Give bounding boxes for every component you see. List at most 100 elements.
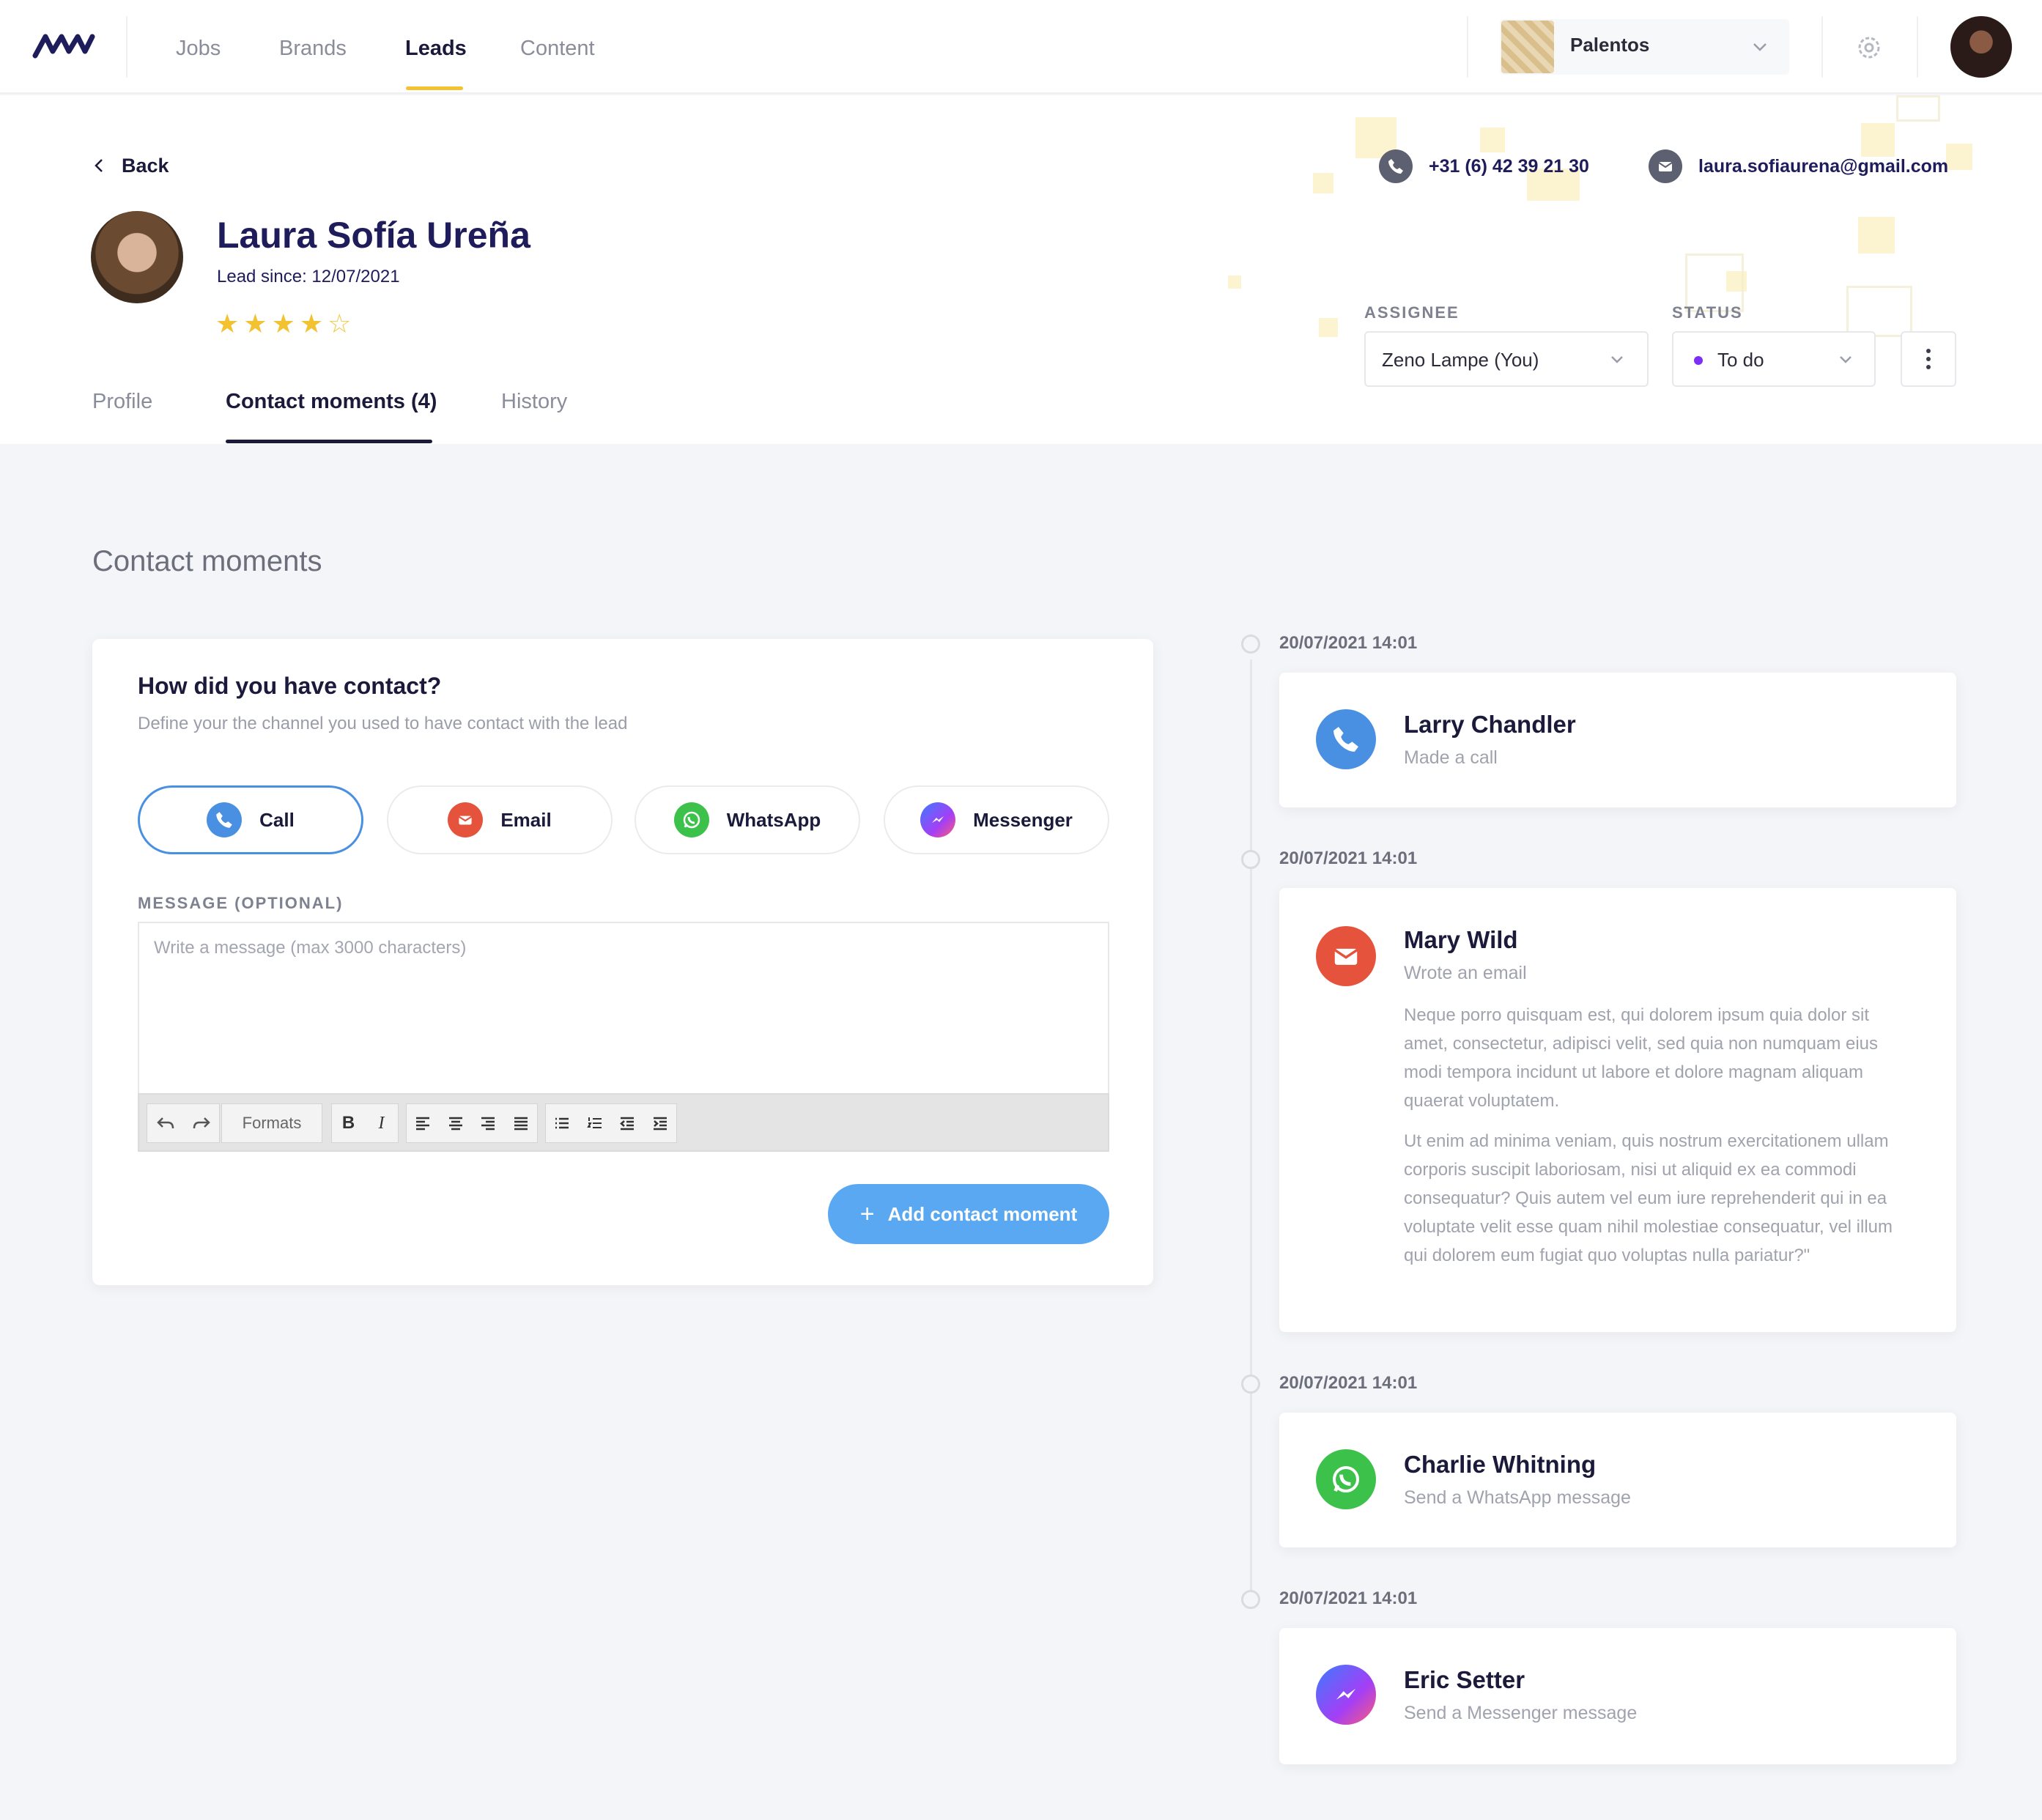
undo-icon[interactable] [147,1104,183,1142]
decor-square [1946,144,1972,170]
nav-tab-leads[interactable]: Leads [405,34,467,63]
list-group [545,1103,677,1143]
contact-action: Wrote an email [1404,963,1527,983]
timeline-dot [1241,635,1260,654]
message-editor [138,922,1109,1095]
channel-email-button[interactable]: Email [387,785,613,854]
timeline-date: 20/07/2021 14:01 [1279,848,1418,868]
chevron-down-icon [1611,356,1623,363]
star-filled-icon[interactable]: ★ [272,309,295,339]
channel-whatsapp-button[interactable]: WhatsApp [635,785,860,854]
chevron-down-icon [1753,43,1767,51]
timeline-card[interactable]: Charlie Whitning Send a WhatsApp message [1279,1413,1956,1547]
timeline-card[interactable]: Larry Chandler Made a call [1279,673,1956,807]
star-empty-icon[interactable]: ☆ [328,309,351,339]
italic-button[interactable]: I [365,1104,398,1142]
status-label: STATUS [1672,303,1743,322]
mail-icon [448,802,484,837]
timeline-dot [1241,850,1260,869]
tab-history[interactable]: History [501,390,567,414]
dot [1926,349,1931,353]
message-input[interactable] [154,938,1092,1077]
star-filled-icon[interactable]: ★ [300,309,323,339]
dot [1926,365,1931,369]
back-label: Back [122,154,169,177]
timeline-date: 20/07/2021 14:01 [1279,1373,1418,1393]
formats-label: Formats [242,1114,302,1132]
assignee-value: Zeno Lampe (You) [1382,349,1539,371]
tab-profile[interactable]: Profile [92,390,152,414]
bullet-list-icon[interactable] [546,1104,579,1142]
chevron-down-icon [1840,356,1852,363]
top-navigation: Jobs Brands Leads Content Palentos [0,0,2042,94]
whatsapp-icon [673,802,709,837]
timeline-dot [1241,1375,1260,1394]
contact-form-card: How did you have contact? Define your th… [92,639,1153,1285]
messenger-icon [1316,1665,1376,1725]
message-paragraph: Neque porro quisquam est, qui dolorem ip… [1404,1005,1879,1111]
phone-icon [1316,709,1376,769]
history-group [147,1103,220,1143]
form-subtitle: Define your the channel you used to have… [138,714,628,733]
align-justify-icon[interactable] [505,1104,538,1142]
timeline-card[interactable]: Mary Wild Wrote an email Neque porro qui… [1279,888,1956,1332]
decor-outline [1896,95,1940,122]
whatsapp-icon [1316,1449,1376,1509]
lead-name: Laura Sofía Ureña [217,215,530,256]
nav-tab-brands[interactable]: Brands [279,34,347,63]
contact-action: Send a WhatsApp message [1404,1487,1631,1508]
message-label: MESSAGE (OPTIONAL) [138,894,344,912]
messenger-icon [920,802,956,837]
redo-icon[interactable] [183,1104,219,1142]
timeline-card[interactable]: Eric Setter Send a Messenger message [1279,1628,1956,1764]
user-avatar[interactable] [1950,16,2012,78]
channel-messenger-button[interactable]: Messenger [884,785,1109,854]
phone-icon [207,802,243,837]
tab-contact-moments[interactable]: Contact moments (4) [226,390,437,414]
align-right-icon[interactable] [472,1104,505,1142]
chevron-left-icon [95,159,103,172]
mail-icon [1316,926,1376,986]
dot [1926,357,1931,361]
status-select[interactable]: To do [1672,331,1876,387]
bold-button[interactable]: B [332,1104,365,1142]
nav-tab-content[interactable]: Content [520,34,595,63]
editor-toolbar: Formats B I [138,1093,1109,1152]
mw-logo[interactable] [32,26,95,64]
channel-call-button[interactable]: Call [138,785,363,854]
decor-square [1480,127,1505,152]
timeline-date: 20/07/2021 14:01 [1279,1588,1418,1608]
brand-logo [1501,21,1554,73]
gear-icon[interactable] [1854,32,1884,63]
nav-tab-jobs[interactable]: Jobs [176,34,221,63]
back-button[interactable]: Back [92,152,169,179]
numbered-list-icon[interactable] [579,1104,612,1142]
lead-rating[interactable]: ★ ★ ★ ★ ☆ [215,309,351,339]
star-filled-icon[interactable]: ★ [243,309,267,339]
text-style-group: B I [331,1103,399,1143]
assignee-label: ASSIGNEE [1364,303,1460,322]
decor-square [1319,318,1338,337]
add-contact-moment-button[interactable]: + Add contact moment [828,1184,1109,1244]
nav-divider [1467,16,1468,78]
phone-number: +31 (6) 42 39 21 30 [1429,155,1589,177]
formats-dropdown[interactable]: Formats [221,1103,322,1143]
message-paragraph: Ut enim ad minima veniam, quis nostrum e… [1404,1131,1893,1265]
contact-person-name: Charlie Whitning [1404,1451,1597,1478]
nav-divider [1917,16,1918,78]
more-options-button[interactable] [1901,331,1956,387]
align-center-icon[interactable] [440,1104,473,1142]
channel-label: WhatsApp [726,808,821,831]
lead-email[interactable]: laura.sofiaurena@gmail.com [1649,149,1948,183]
contact-person-name: Larry Chandler [1404,711,1576,738]
lead-phone[interactable]: +31 (6) 42 39 21 30 [1379,149,1589,183]
contact-action: Made a call [1404,747,1498,768]
lead-since: Lead since: 12/07/2021 [217,267,400,286]
decor-outline [1846,286,1912,337]
assignee-select[interactable]: Zeno Lampe (You) [1364,331,1649,387]
email-address: laura.sofiaurena@gmail.com [1698,155,1949,177]
outdent-icon[interactable] [611,1104,644,1142]
indent-icon[interactable] [644,1104,677,1142]
star-filled-icon[interactable]: ★ [215,309,239,339]
align-left-icon[interactable] [407,1104,440,1142]
